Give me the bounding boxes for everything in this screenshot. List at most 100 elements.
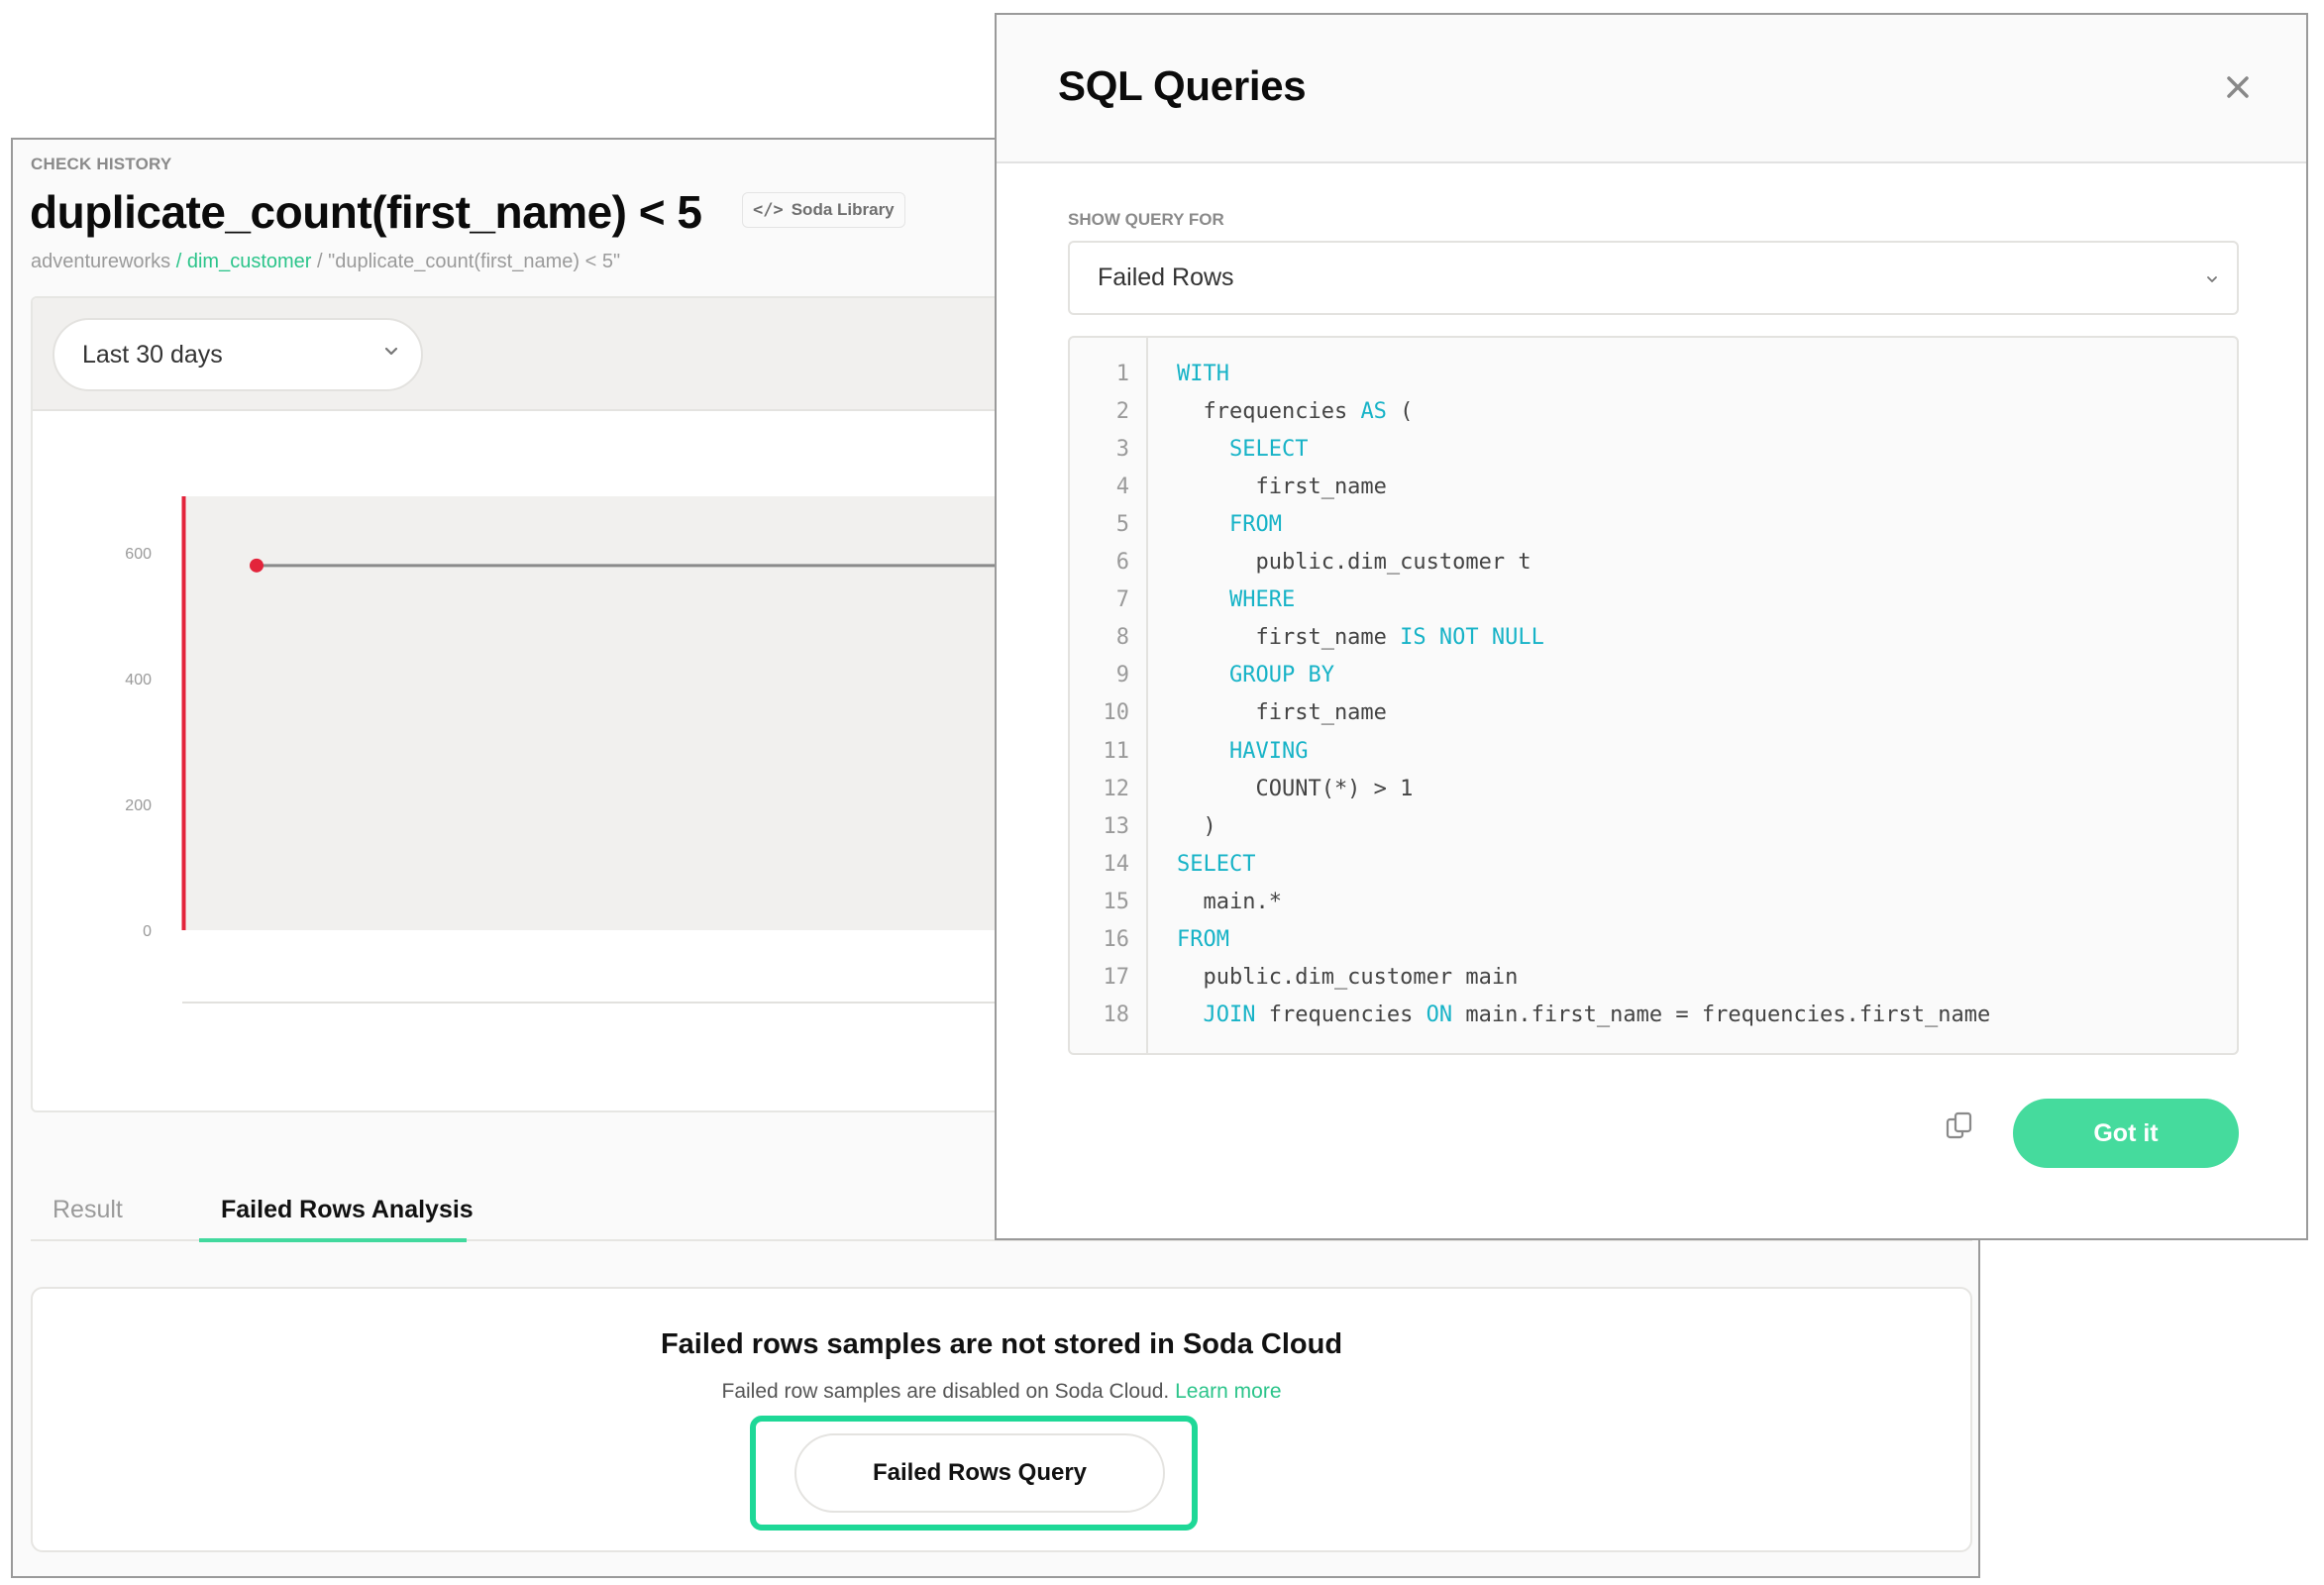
sql-code-block[interactable]: 1 WITH 2 frequencies AS (3 SELECT 4 first_n… (1068, 336, 2239, 1055)
query-type-select[interactable]: Failed Rows (1068, 241, 2239, 315)
code-line: 11 HAVING (1070, 732, 1309, 770)
modal-header: SQL Queries (997, 15, 2306, 163)
code-text: SELECT (1177, 437, 1308, 462)
failed-rows-title: Failed rows samples are not stored in So… (660, 1328, 1343, 1360)
code-text: HAVING (1177, 739, 1308, 764)
line-number: 2 (1115, 398, 1129, 424)
code-text: WITH (1177, 362, 1229, 386)
code-line: 16 FROM (1070, 921, 1229, 959)
sql-token: main.* (1177, 889, 1282, 914)
line-number: 3 (1115, 436, 1129, 462)
line-number: 8 (1115, 625, 1129, 651)
failed-rows-subtitle: Failed row samples are disabled on Soda … (33, 1380, 1970, 1404)
breadcrumb-dataset-link[interactable]: dim_customer (187, 251, 312, 272)
code-text: public.dim_customer t (1177, 550, 1532, 575)
breadcrumb: adventureworks / dim_customer / "duplica… (31, 251, 620, 273)
sql-keyword: SELECT (1228, 436, 1309, 462)
sql-keyword: GROUP BY (1228, 663, 1334, 688)
sql-token: frequencies (1255, 1003, 1426, 1028)
breadcrumb-separator: / (311, 251, 329, 272)
code-line: 5 FROM (1070, 505, 1282, 543)
code-line: 8 first_name IS NOT NULL (1070, 619, 1544, 657)
code-line: 15 main.* (1070, 883, 1282, 920)
close-icon[interactable] (2225, 74, 2251, 100)
sql-queries-modal: SQL Queries SHOW QUERY FOR Failed Rows 1… (995, 13, 2308, 1240)
active-tab-indicator (199, 1238, 467, 1242)
line-number: 4 (1115, 474, 1129, 499)
code-text: SELECT (1177, 852, 1255, 877)
sql-token: public.dim_customer main (1177, 965, 1519, 991)
code-text: first_name (1177, 474, 1387, 499)
sql-keyword: JOIN (1203, 1003, 1256, 1028)
sql-keyword: SELECT (1177, 851, 1256, 877)
line-number: 16 (1103, 927, 1130, 952)
code-text: COUNT(*) > 1 (1177, 777, 1413, 801)
failed-rows-subtitle-text: Failed row samples are disabled on Soda … (721, 1380, 1170, 1403)
breadcrumb-separator: / (170, 251, 187, 272)
failed-rows-card: Failed rows samples are not stored in So… (31, 1287, 1972, 1552)
line-number: 17 (1103, 965, 1130, 991)
code-line: 2 frequencies AS ( (1070, 392, 1414, 430)
code-icon: </> (753, 200, 784, 220)
code-text: JOIN frequencies ON main.first_name = fr… (1177, 1003, 1991, 1028)
code-line: 14 SELECT (1070, 845, 1256, 883)
y-tick-label: 600 (125, 546, 152, 563)
line-number: 1 (1115, 361, 1129, 386)
show-query-for-label: SHOW QUERY FOR (1068, 210, 1224, 229)
section-eyebrow: CHECK HISTORY (31, 155, 172, 173)
code-line: 3 SELECT (1070, 430, 1309, 468)
sql-keyword: FROM (1177, 927, 1229, 952)
line-number: 12 (1103, 776, 1130, 801)
code-line: 1 WITH (1070, 355, 1229, 392)
line-number: 9 (1115, 663, 1129, 688)
sql-keyword: FROM (1228, 511, 1282, 537)
code-text: WHERE (1177, 587, 1295, 612)
sql-token: first_name (1177, 625, 1401, 651)
code-text: frequencies AS ( (1177, 399, 1413, 424)
soda-library-badge[interactable]: </> Soda Library (742, 192, 905, 228)
code-line: 12 COUNT(*) > 1 (1070, 770, 1414, 807)
tab-result[interactable]: Result (53, 1196, 123, 1224)
code-text: ) (1177, 813, 1216, 839)
code-line: 18 JOIN frequencies ON main.first_name =… (1070, 997, 1991, 1034)
learn-more-link[interactable]: Learn more (1175, 1380, 1281, 1403)
sql-token: frequencies (1177, 398, 1361, 424)
sql-keyword: AS (1360, 398, 1387, 424)
code-text: FROM (1177, 927, 1229, 952)
code-line: 4 first_name (1070, 468, 1387, 505)
y-tick-label: 200 (125, 797, 152, 814)
data-point (250, 558, 264, 573)
failed-rows-query-button[interactable]: Failed Rows Query (794, 1433, 1165, 1513)
line-number: 6 (1115, 550, 1129, 575)
code-line: 10 first_name (1070, 694, 1387, 732)
sql-keyword: ON (1426, 1003, 1453, 1028)
breadcrumb-root[interactable]: adventureworks (31, 251, 170, 272)
badge-label: Soda Library (791, 200, 895, 219)
got-it-button[interactable]: Got it (2013, 1099, 2239, 1168)
sql-keyword: WHERE (1228, 587, 1296, 613)
sql-token: first_name (1177, 700, 1387, 726)
breadcrumb-check: "duplicate_count(first_name) < 5" (328, 251, 621, 272)
query-type-value: Failed Rows (1098, 264, 1234, 291)
code-line: 6 public.dim_customer t (1070, 544, 1532, 581)
sql-token: first_name (1177, 474, 1387, 499)
line-number: 15 (1103, 889, 1130, 914)
code-line: 9 GROUP BY (1070, 657, 1334, 694)
line-number: 5 (1115, 511, 1129, 537)
line-number: 14 (1103, 851, 1130, 877)
code-line: 17 public.dim_customer main (1070, 959, 1519, 997)
tab-failed-rows-analysis[interactable]: Failed Rows Analysis (221, 1196, 474, 1224)
y-tick-label: 0 (143, 923, 152, 940)
sql-keyword: HAVING (1228, 738, 1309, 764)
sql-keyword: WITH (1177, 361, 1229, 386)
code-line: 7 WHERE (1070, 581, 1295, 619)
code-text: first_name IS NOT NULL (1177, 625, 1543, 651)
sql-token: public.dim_customer t (1177, 550, 1532, 575)
sql-token: ) (1177, 813, 1216, 839)
y-tick-label: 400 (125, 672, 152, 688)
copy-icon[interactable] (1945, 1110, 1974, 1142)
